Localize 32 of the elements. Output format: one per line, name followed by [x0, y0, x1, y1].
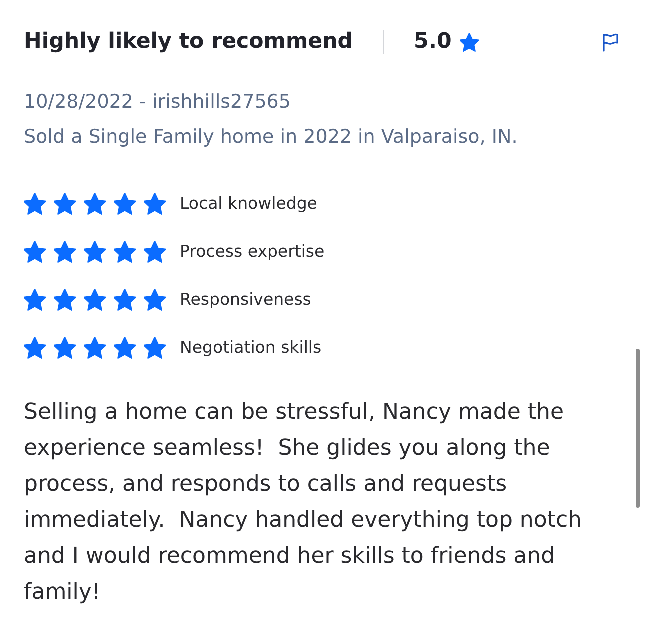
flag-icon[interactable] [601, 32, 619, 52]
star-icon [54, 193, 76, 215]
star-icon [54, 241, 76, 263]
star-icon [84, 241, 106, 263]
star-icon [84, 193, 106, 215]
review-text: Selling a home can be stressful, Nancy made the experience seamless! She glides you along the process, and responds to calls and requests immediately. Nancy handled everything top notch and I would recommend her skills to friends and family! [24, 399, 583, 607]
star-icon [114, 289, 136, 311]
star-icon [144, 241, 166, 263]
rating-category: Negotiation skills [180, 336, 322, 359]
transaction-info: Sold a Single Family home in 2022 in Valparaiso, IN. [24, 125, 518, 150]
scrollbar[interactable] [636, 349, 640, 508]
star-icon [144, 193, 166, 215]
star-icon [84, 337, 106, 359]
rating-category: Local knowledge [180, 192, 318, 215]
star-icon [144, 337, 166, 359]
star-icon [114, 337, 136, 359]
star-icon [24, 193, 46, 215]
overall-rating: 5.0 [414, 28, 452, 56]
star-icon [114, 241, 136, 263]
star-icon [144, 289, 166, 311]
star-icon [54, 289, 76, 311]
star-icon [54, 337, 76, 359]
star-icon [84, 289, 106, 311]
review-date-author: 10/28/2022 - irishhills27565 [24, 90, 291, 115]
star-icon [460, 32, 479, 52]
star-icon [24, 289, 46, 311]
rating-category: Responsiveness [180, 288, 312, 311]
star-icon [24, 241, 46, 263]
review-title: Highly likely to recommend [24, 28, 354, 56]
star-icon [24, 337, 46, 359]
rating-category: Process expertise [180, 240, 325, 263]
star-icon [114, 193, 136, 215]
